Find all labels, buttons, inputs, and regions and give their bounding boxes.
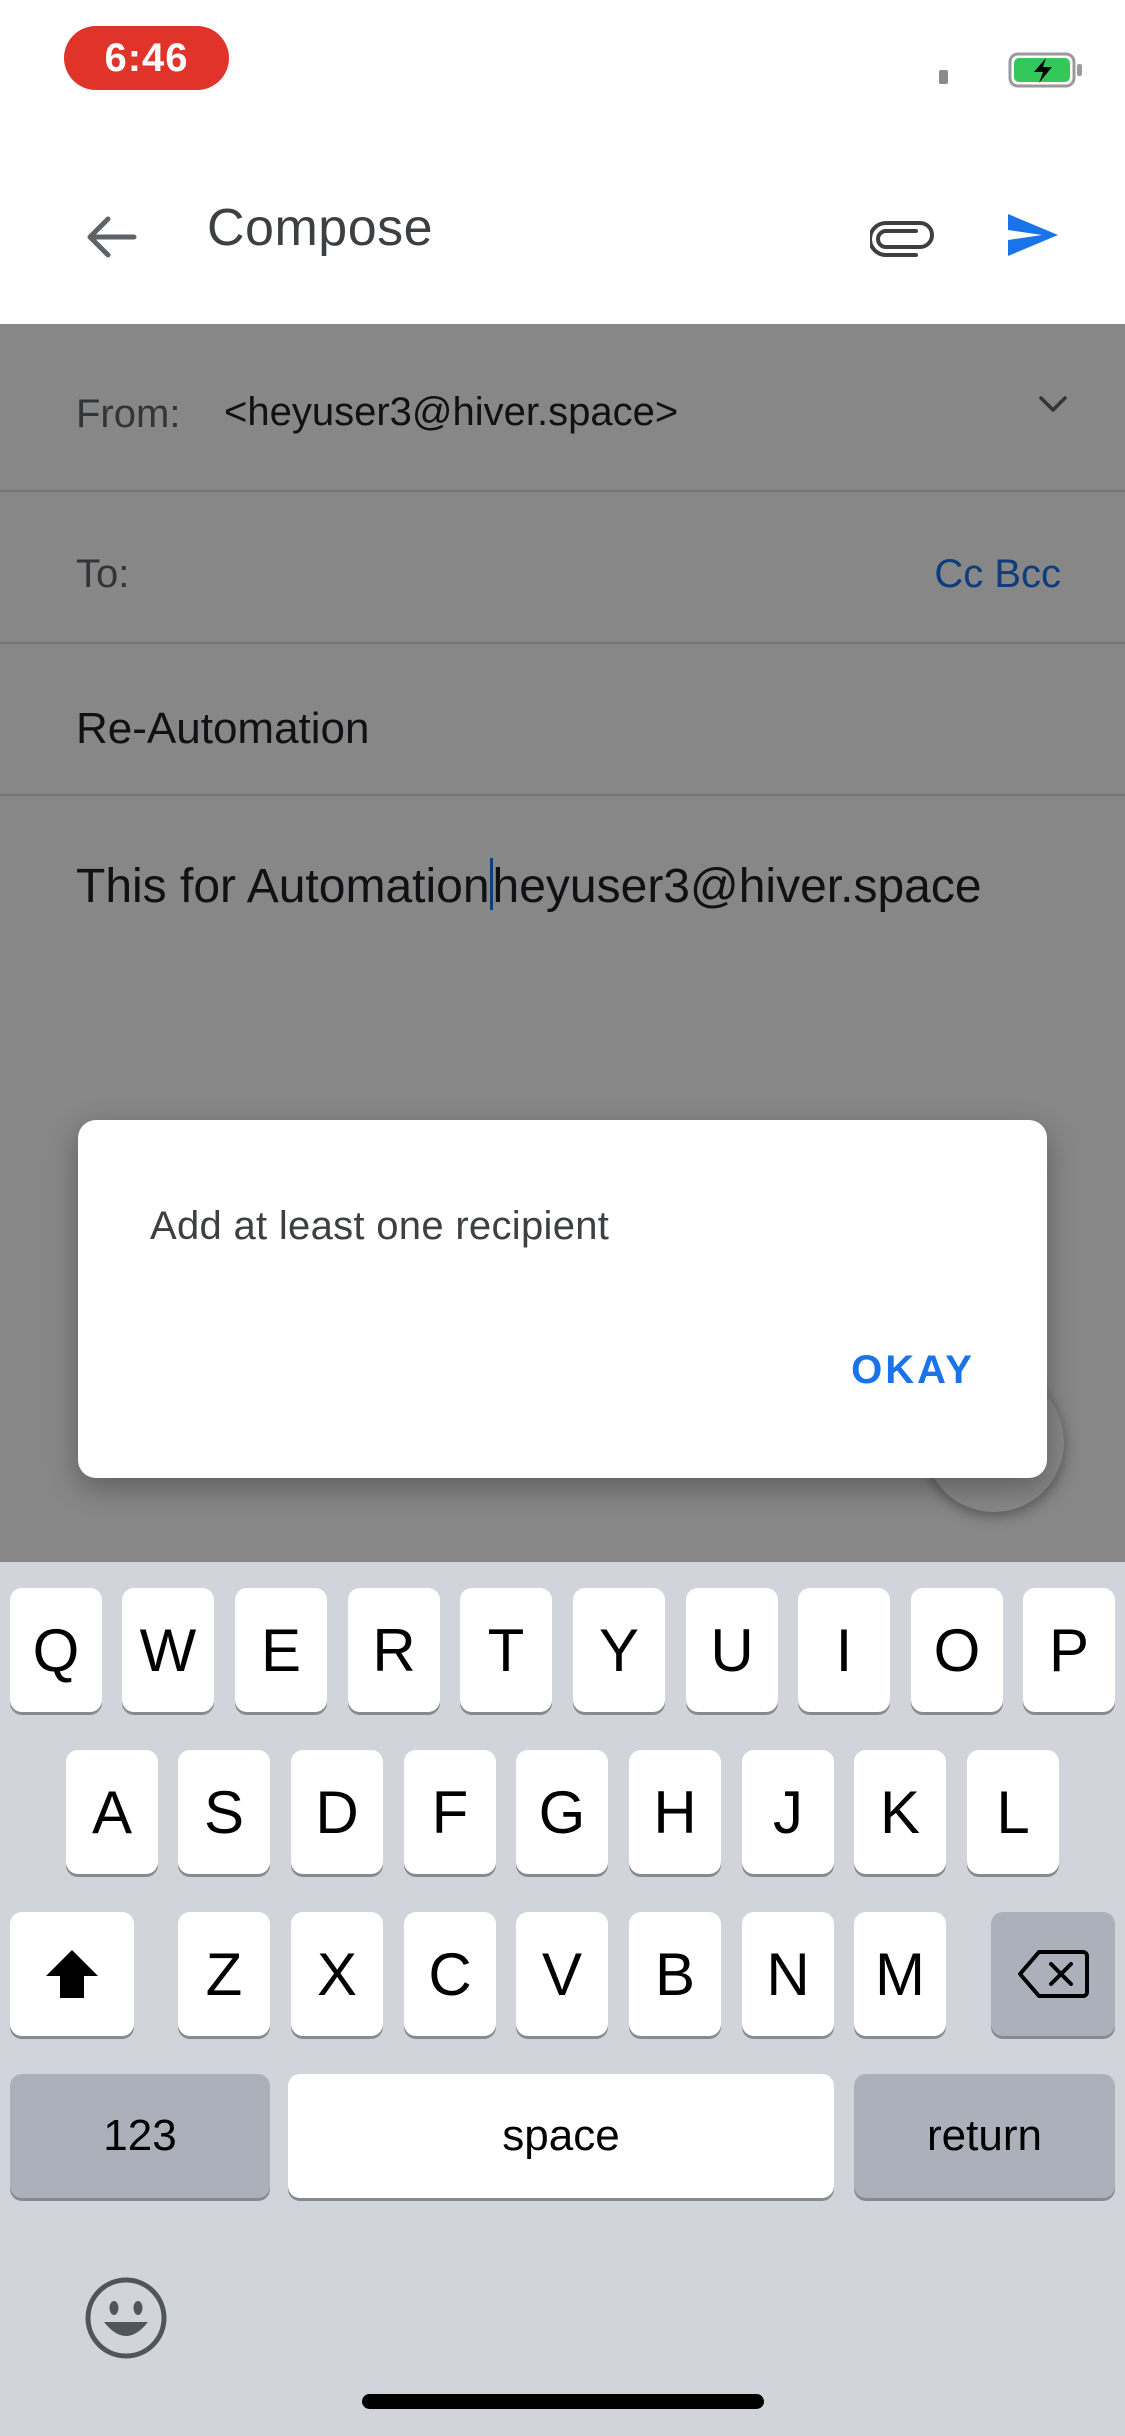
key-z[interactable]: Z — [178, 1912, 270, 2036]
key-q[interactable]: Q — [10, 1588, 102, 1712]
page-title: Compose — [207, 199, 434, 257]
key-o[interactable]: O — [911, 1588, 1003, 1712]
key-w[interactable]: W — [122, 1588, 214, 1712]
shift-icon — [46, 1950, 98, 1998]
key-l[interactable]: L — [967, 1750, 1059, 1874]
key-r[interactable]: R — [348, 1588, 440, 1712]
numbers-key[interactable]: 123 — [10, 2074, 270, 2198]
arrow-back-icon — [87, 216, 137, 258]
key-g[interactable]: G — [516, 1750, 608, 1874]
key-x[interactable]: X — [291, 1912, 383, 2036]
return-key[interactable]: return — [854, 2074, 1115, 2198]
backspace-key[interactable] — [991, 1912, 1115, 2036]
key-t[interactable]: T — [460, 1588, 552, 1712]
paperclip-icon — [870, 221, 934, 257]
battery-charging-icon — [1008, 52, 1082, 88]
key-h[interactable]: H — [629, 1750, 721, 1874]
space-key[interactable]: space — [288, 2074, 834, 2198]
key-p[interactable]: P — [1023, 1588, 1115, 1712]
key-f[interactable]: F — [404, 1750, 496, 1874]
signal-indicator — [939, 70, 948, 84]
status-time: 6:46 — [64, 26, 229, 90]
app-bar: Compose — [0, 130, 1125, 324]
key-i[interactable]: I — [798, 1588, 890, 1712]
status-bar: 6:46 — [0, 0, 1125, 130]
key-s[interactable]: S — [178, 1750, 270, 1874]
key-a[interactable]: A — [66, 1750, 158, 1874]
key-e[interactable]: E — [235, 1588, 327, 1712]
alert-dialog: Add at least one recipient OKAY — [78, 1120, 1047, 1478]
key-m[interactable]: M — [854, 1912, 946, 2036]
key-n[interactable]: N — [742, 1912, 834, 2036]
key-k[interactable]: K — [854, 1750, 946, 1874]
key-u[interactable]: U — [686, 1588, 778, 1712]
key-d[interactable]: D — [291, 1750, 383, 1874]
key-b[interactable]: B — [629, 1912, 721, 2036]
back-button[interactable] — [78, 204, 144, 270]
dialog-message: Add at least one recipient — [150, 1204, 610, 1248]
key-j[interactable]: J — [742, 1750, 834, 1874]
key-v[interactable]: V — [516, 1912, 608, 2036]
key-y[interactable]: Y — [573, 1588, 665, 1712]
send-button[interactable] — [1000, 202, 1066, 268]
attach-button[interactable] — [864, 206, 940, 272]
emoji-icon[interactable] — [84, 2276, 168, 2360]
backspace-icon — [1018, 1950, 1089, 1998]
send-icon — [1008, 214, 1058, 256]
key-c[interactable]: C — [404, 1912, 496, 2036]
shift-key[interactable] — [10, 1912, 134, 2036]
okay-button[interactable]: OKAY — [851, 1348, 975, 1393]
on-screen-keyboard: Q W E R T Y U I O P A S D F G H J K L Z … — [0, 1562, 1125, 2436]
home-indicator[interactable] — [362, 2394, 764, 2409]
